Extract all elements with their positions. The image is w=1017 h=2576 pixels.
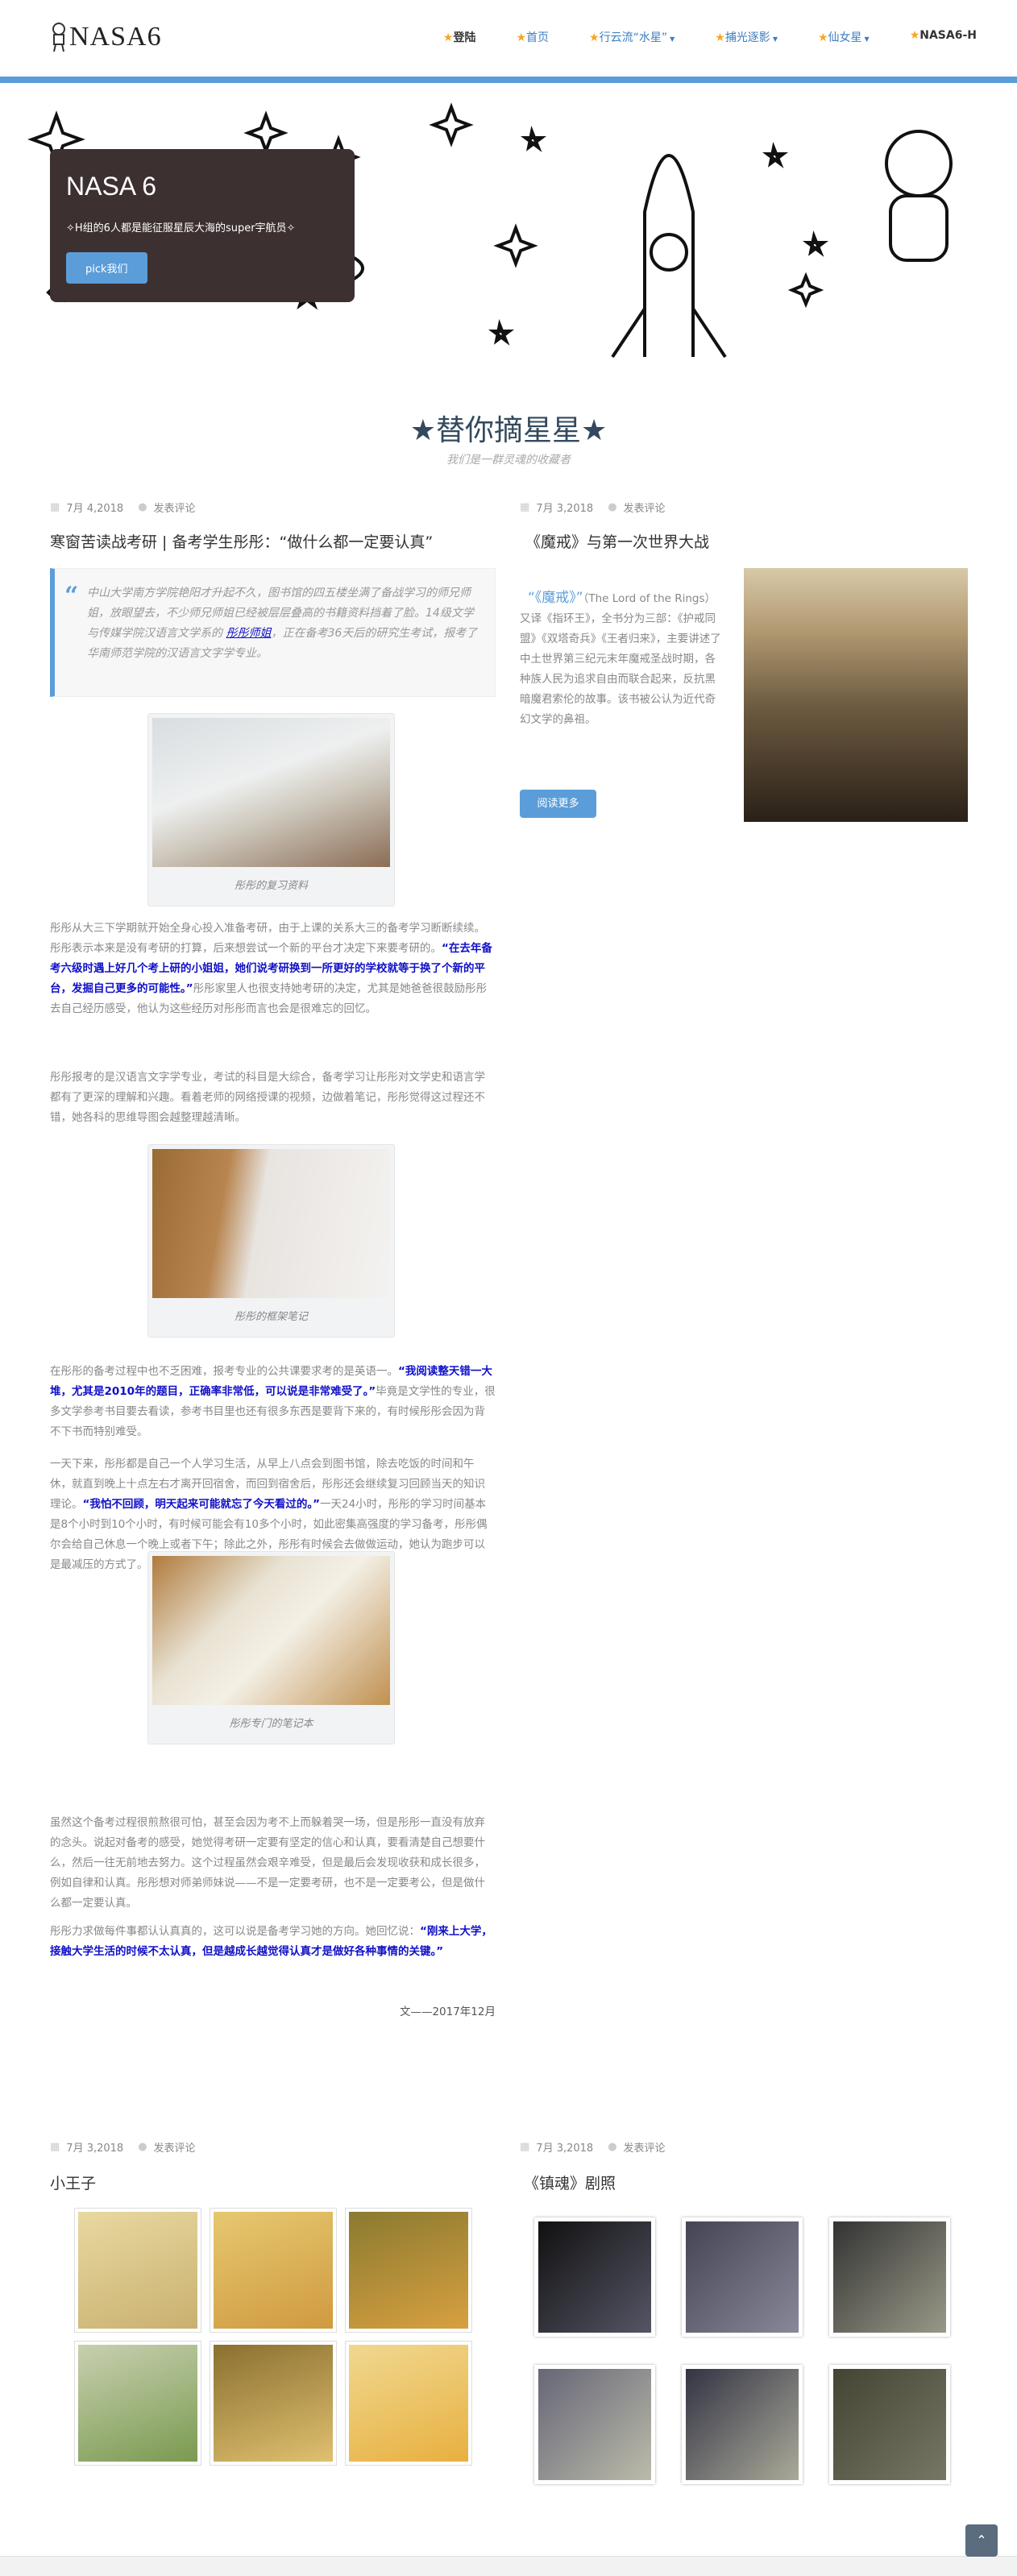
read-more-button[interactable]: 阅读更多 <box>520 790 596 818</box>
figure-caption: 彤彤的复习资料 <box>234 880 308 892</box>
main-nav: ★登陆 ★首页 ★行云流“水星” ▼ ★捕光逐影 ▼ ★仙女星 ▼ ★NASA6-H <box>403 29 977 45</box>
zhenhun-still-thumbnail[interactable] <box>682 2365 803 2484</box>
signature: 文——2017年12月 <box>399 2006 496 2018</box>
post-title[interactable]: 寒窗苦读战考研 | 备考学生彤彤：“做什么都一定要认真” <box>50 530 433 552</box>
nav-item[interactable]: ★仙女星 ▼ <box>818 29 870 45</box>
zhenhun-still-thumbnail[interactable] <box>682 2217 803 2337</box>
caret-down-icon: ▼ <box>864 35 870 43</box>
post-date: 7月 4,2018 <box>66 503 124 515</box>
hero-banner: NASA 6 ✧H组的6人都是能征服星辰大海的super宇航员✧ pick我们 <box>0 83 1017 367</box>
footer <box>0 2556 1017 2576</box>
star-icon: ★ <box>715 31 725 44</box>
comment-icon: ● <box>608 501 617 513</box>
hero-title: NASA 6 <box>66 172 157 201</box>
figure-caption: 彤彤专门的笔记本 <box>229 1718 313 1730</box>
post-blockquote: “ 中山大学南方学院艳阳才升起不久，图书馆的四五楼坐满了备战学习的师兄师姐，放眼… <box>50 568 496 697</box>
figure-framework-notes: 彤彤的框架笔记 <box>147 1144 395 1338</box>
nav-label: 行云流“水星” <box>599 31 668 44</box>
post-date: 7月 3,2018 <box>536 2143 594 2155</box>
logo-text: NASA6 <box>69 22 162 52</box>
post-title[interactable]: 小王子 <box>50 2172 96 2193</box>
comment-icon: ● <box>138 501 147 513</box>
nav-item[interactable]: ★NASA6-H <box>910 29 977 45</box>
star-icon: ★ <box>817 31 828 44</box>
comments-link[interactable]: 发表评论 <box>624 500 666 515</box>
nav-label: NASA6-H <box>919 29 977 42</box>
pick-us-button[interactable]: pick我们 <box>66 252 147 284</box>
lotr-poster-image[interactable] <box>744 568 968 822</box>
hero-card: NASA 6 ✧H组的6人都是能征服星辰大海的super宇航员✧ pick我们 <box>50 149 355 302</box>
chevron-up-icon: ⌃ <box>976 2532 987 2548</box>
calendar-icon: ▦ <box>50 501 60 513</box>
zhenhun-still-thumbnail[interactable] <box>829 2217 950 2337</box>
comments-link[interactable]: 发表评论 <box>154 2139 196 2155</box>
section-subtitle: 我们是一群灵魂的收藏者 <box>446 454 571 467</box>
figure-review-materials: 彤彤的复习资料 <box>147 713 395 906</box>
little-prince-thumbnail[interactable] <box>74 2208 201 2333</box>
little-prince-thumbnail[interactable] <box>210 2341 337 2466</box>
caret-down-icon: ▼ <box>670 35 675 43</box>
post-meta: ▦ 7月 4,2018 ● 发表评论 <box>50 500 196 515</box>
paragraph: 彤彤力求做每件事都认认真真的，这可以说是备考学习她的方向。她回忆说：“刚来上大学… <box>50 1925 492 1958</box>
comment-icon: ● <box>138 2141 147 2153</box>
paragraph: 在彤彤的备考过程中也不乏困难，报考专业的公共课要求考的是英语一。“我阅读整天错一… <box>50 1365 496 1438</box>
paragraph: 彤彤报考的是汉语言文字学专业，考试的科目是大综合，备考学习让彤彤对文学史和语言学… <box>50 1071 485 1124</box>
quote-link[interactable]: 彤彤师姐 <box>226 627 271 640</box>
figure-caption: 彤彤的框架笔记 <box>234 1311 308 1323</box>
figure-notebook: 彤彤专门的笔记本 <box>147 1551 395 1744</box>
zhenhun-still-thumbnail[interactable] <box>534 2217 655 2337</box>
header-divider <box>0 77 1017 83</box>
calendar-icon: ▦ <box>50 2141 60 2153</box>
photo-notebooks <box>152 1556 390 1705</box>
post-meta: ▦ 7月 3,2018 ● 发表评论 <box>520 2139 666 2155</box>
zhenhun-still-thumbnail[interactable] <box>534 2365 655 2484</box>
caret-down-icon: ▼ <box>772 35 778 43</box>
zhenhun-still-thumbnail[interactable] <box>829 2365 950 2484</box>
little-prince-thumbnail[interactable] <box>74 2341 201 2466</box>
astronaut-helmet <box>885 130 953 197</box>
photo-books <box>152 718 390 867</box>
star-icon: ★ <box>442 31 454 44</box>
nav-item[interactable]: ★捕光逐影 ▼ <box>715 29 778 45</box>
post-title[interactable]: 《镇魂》剧照 <box>524 2172 616 2193</box>
section-title: ★替你摘星星★ <box>409 414 608 447</box>
post-excerpt: “《魔戒》”（The Lord of the Rings）又译《指环王》，全书分… <box>520 590 721 726</box>
post-date: 7月 3,2018 <box>66 2143 124 2155</box>
nav-label: 登陆 <box>453 31 476 44</box>
paragraph: 虽然这个备考过程很煎熬很可怕，甚至会因为考不上而躲着哭一场，但是彤彤一直没有放弃… <box>50 1816 485 1910</box>
post-meta: ▦ 7月 3,2018 ● 发表评论 <box>50 2139 196 2155</box>
comments-link[interactable]: 发表评论 <box>624 2139 666 2155</box>
photo-notes <box>152 1149 390 1298</box>
site-logo[interactable]: NASA6 <box>50 21 162 53</box>
comments-link[interactable]: 发表评论 <box>154 500 196 515</box>
nav-label: 仙女星 <box>828 31 862 44</box>
sparkle-icon <box>429 102 474 147</box>
sparkle-icon <box>243 110 288 156</box>
comment-icon: ● <box>608 2141 617 2153</box>
star-icon: ★ <box>589 31 600 44</box>
hero-subtitle: ✧H组的6人都是能征服星辰大海的super宇航员✧ <box>66 222 296 234</box>
star-icon: ★ <box>516 31 527 44</box>
post-date: 7月 3,2018 <box>536 503 594 515</box>
star-doodles <box>291 126 828 346</box>
paragraph: 彤彤从大三下学期就开始全身心投入准备考研，由于上课的关系大三的备考学习断断续续。… <box>50 922 492 1015</box>
lotr-link[interactable]: “《魔戒》” <box>528 590 583 606</box>
calendar-icon: ▦ <box>520 501 530 513</box>
nav-label: 捕光逐影 <box>724 31 770 44</box>
little-prince-thumbnail[interactable] <box>345 2208 472 2333</box>
nav-item[interactable]: ★首页 <box>516 29 549 45</box>
star-icon: ★ <box>909 29 920 42</box>
little-prince-thumbnail[interactable] <box>345 2341 472 2466</box>
site-header: NASA6 ★登陆 ★首页 ★行云流“水星” ▼ ★捕光逐影 ▼ ★仙女星 ▼ ★NASA6-H <box>0 0 1017 77</box>
post-title[interactable]: 《魔戒》与第一次世界大战 <box>525 530 709 552</box>
nav-item[interactable]: ★登陆 <box>443 29 476 45</box>
astronaut-logo-icon <box>52 23 65 52</box>
quote-icon: “ <box>64 582 79 610</box>
nav-label: 首页 <box>526 31 550 44</box>
calendar-icon: ▦ <box>520 2141 530 2153</box>
nav-item[interactable]: ★行云流“水星” ▼ <box>589 29 675 45</box>
back-to-top-button[interactable]: ⌃ <box>965 2524 998 2557</box>
little-prince-thumbnail[interactable] <box>210 2208 337 2333</box>
post-meta: ▦ 7月 3,2018 ● 发表评论 <box>520 500 666 515</box>
